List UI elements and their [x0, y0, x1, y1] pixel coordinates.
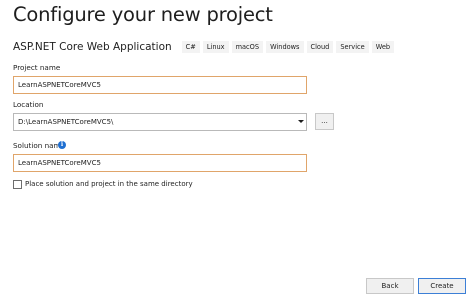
template-name: ASP.NET Core Web Application: [13, 40, 172, 53]
template-row: ASP.NET Core Web Application C# Linux ma…: [13, 40, 395, 53]
tag-linux: Linux: [202, 40, 229, 53]
create-button[interactable]: Create: [418, 278, 466, 294]
tag-web: Web: [371, 40, 395, 53]
location-select[interactable]: D:\LearnASPNETCoreMVC5\: [13, 113, 307, 131]
tag-csharp: C#: [181, 40, 200, 53]
same-directory-label: Place solution and project in the same d…: [25, 180, 193, 188]
tag-macos: macOS: [231, 40, 264, 53]
tag-service: Service: [336, 40, 369, 53]
solution-name-input[interactable]: LearnASPNETCoreMVC5: [13, 154, 307, 172]
tag-cloud: Cloud: [306, 40, 334, 53]
project-name-input[interactable]: LearnASPNETCoreMVC5: [13, 76, 307, 94]
chevron-down-icon: [298, 120, 304, 123]
same-directory-checkbox[interactable]: [13, 180, 22, 189]
page-title: Configure your new project: [13, 3, 273, 26]
location-label: Location: [13, 100, 44, 109]
info-icon[interactable]: i: [58, 141, 66, 149]
back-button[interactable]: Back: [366, 278, 414, 294]
browse-button[interactable]: ...: [315, 113, 334, 130]
location-value: D:\LearnASPNETCoreMVC5\: [18, 118, 114, 126]
project-name-label: Project name: [13, 63, 61, 72]
tag-windows: Windows: [266, 40, 304, 53]
